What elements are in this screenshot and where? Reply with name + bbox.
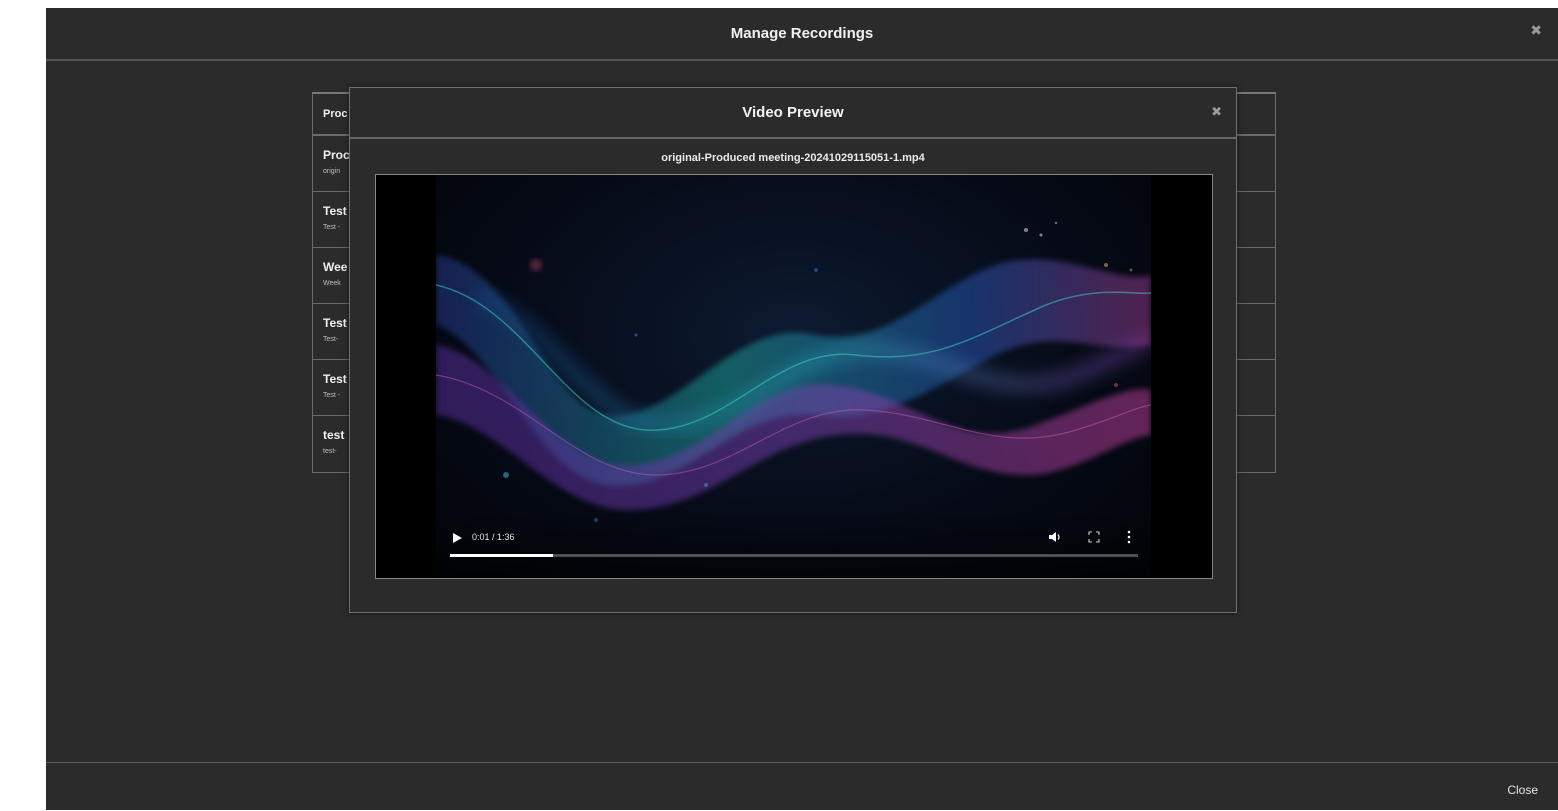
fullscreen-icon[interactable]: [1088, 531, 1100, 543]
recording-filename: Test -: [323, 224, 341, 231]
recording-title: Test: [323, 204, 347, 218]
progress-bar[interactable]: [450, 554, 1138, 557]
dialog-footer: Close: [46, 762, 1558, 811]
progress-fill: [450, 554, 554, 557]
table-header-label: Proc: [323, 108, 348, 120]
modal-header: Video Preview ✖: [350, 88, 1236, 139]
recording-filename: origin: [323, 168, 341, 175]
dialog-header: Manage Recordings ✖: [46, 8, 1558, 61]
close-icon[interactable]: ✖: [1211, 105, 1222, 118]
volume-icon[interactable]: [1048, 530, 1062, 544]
recording-title: Wee: [323, 260, 348, 274]
recording-filename: Test -: [323, 392, 341, 399]
recording-filename: test-: [323, 448, 337, 455]
video-preview-modal: Video Preview ✖ original-Produced meetin…: [349, 87, 1237, 613]
manage-recordings-dialog: Manage Recordings ✖ Proc Proc origin Tes…: [46, 8, 1558, 810]
video-player[interactable]: 0:01 / 1:36: [375, 174, 1213, 579]
time-display: 0:01 / 1:36: [472, 532, 515, 542]
close-icon[interactable]: ✖: [1530, 23, 1542, 37]
video-controls: 0:01 / 1:36: [436, 508, 1151, 578]
close-button[interactable]: Close: [1507, 783, 1538, 797]
recording-title: Test: [323, 372, 347, 386]
play-icon[interactable]: [451, 532, 463, 544]
recording-filename: Test-: [323, 336, 339, 343]
recording-title: test: [323, 428, 345, 442]
dialog-title: Manage Recordings: [730, 25, 874, 42]
recording-title: Test: [323, 316, 347, 330]
recording-filename: Week: [323, 280, 341, 287]
recording-title: Proc: [323, 148, 350, 162]
modal-title: Video Preview: [742, 104, 844, 121]
more-vert-icon[interactable]: [1126, 530, 1132, 544]
video-filename: original-Produced meeting-20241029115051…: [661, 152, 925, 164]
